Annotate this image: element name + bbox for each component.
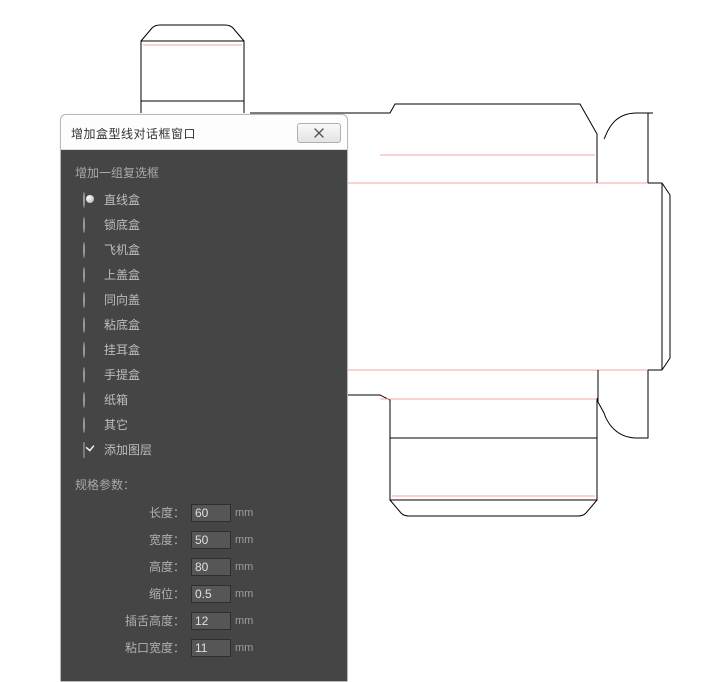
radio-icon — [83, 267, 85, 283]
radio-icon — [83, 192, 85, 208]
radio-icon — [83, 367, 85, 383]
radio-icon — [83, 242, 85, 258]
option-label: 同向盖 — [104, 291, 140, 308]
param-label: 插舌高度： — [75, 612, 191, 629]
radio-group-label: 增加一组复选框 — [75, 164, 333, 181]
dialog-title: 增加盒型线对话框窗口 — [71, 125, 196, 142]
box-type-option[interactable]: 上盖盒 — [83, 262, 333, 287]
checkbox-label: 添加图层 — [104, 441, 152, 458]
option-label: 飞机盒 — [104, 241, 140, 258]
params-section: 规格参数： 长度： mm 宽度： mm 高度： mm 缩位： mm 插舌高度： mm 粘口宽度： mm — [75, 476, 333, 661]
option-label: 直线盒 — [104, 191, 140, 208]
unit-label: mm — [235, 642, 253, 654]
close-button[interactable] — [297, 123, 341, 143]
radio-icon — [83, 292, 85, 308]
param-input[interactable] — [191, 612, 231, 630]
unit-label: mm — [235, 534, 253, 546]
radio-icon — [83, 392, 85, 408]
box-type-option[interactable]: 直线盒 — [83, 187, 333, 212]
unit-label: mm — [235, 507, 253, 519]
param-row: 宽度： mm — [75, 526, 333, 553]
param-row: 长度： mm — [75, 499, 333, 526]
option-label: 锁底盒 — [104, 216, 140, 233]
option-label: 纸箱 — [104, 391, 128, 408]
param-label: 粘口宽度： — [75, 639, 191, 656]
param-label: 长度： — [75, 504, 191, 521]
checkbox-icon — [83, 442, 85, 458]
radio-icon — [83, 417, 85, 433]
add-layer-checkbox[interactable]: 添加图层 — [83, 437, 333, 462]
unit-label: mm — [235, 561, 253, 573]
radio-icon — [83, 342, 85, 358]
box-type-radio-group: 直线盒锁底盒飞机盒上盖盒同向盖粘底盒挂耳盒手提盒纸箱其它添加图层 — [75, 187, 333, 462]
param-row: 缩位： mm — [75, 580, 333, 607]
radio-icon — [83, 317, 85, 333]
param-label: 高度： — [75, 558, 191, 575]
dialog-titlebar[interactable]: 增加盒型线对话框窗口 — [61, 115, 347, 150]
box-type-option[interactable]: 手提盒 — [83, 362, 333, 387]
box-type-option[interactable]: 纸箱 — [83, 387, 333, 412]
param-input[interactable] — [191, 585, 231, 603]
box-type-option[interactable]: 其它 — [83, 412, 333, 437]
box-type-option[interactable]: 粘底盒 — [83, 312, 333, 337]
option-label: 其它 — [104, 416, 128, 433]
option-label: 手提盒 — [104, 366, 140, 383]
radio-icon — [83, 217, 85, 233]
option-label: 上盖盒 — [104, 266, 140, 283]
param-row: 高度： mm — [75, 553, 333, 580]
option-label: 粘底盒 — [104, 316, 140, 333]
param-label: 宽度： — [75, 531, 191, 548]
param-input[interactable] — [191, 558, 231, 576]
param-input[interactable] — [191, 531, 231, 549]
box-type-option[interactable]: 挂耳盒 — [83, 337, 333, 362]
box-type-option[interactable]: 同向盖 — [83, 287, 333, 312]
param-row: 粘口宽度： mm — [75, 634, 333, 661]
unit-label: mm — [235, 588, 253, 600]
param-row: 插舌高度： mm — [75, 607, 333, 634]
params-label: 规格参数： — [75, 476, 333, 493]
param-input[interactable] — [191, 639, 231, 657]
box-type-option[interactable]: 飞机盒 — [83, 237, 333, 262]
param-label: 缩位： — [75, 585, 191, 602]
param-input[interactable] — [191, 504, 231, 522]
box-type-option[interactable]: 锁底盒 — [83, 212, 333, 237]
close-icon — [311, 128, 327, 138]
dialog-body: 增加一组复选框 直线盒锁底盒飞机盒上盖盒同向盖粘底盒挂耳盒手提盒纸箱其它添加图层… — [61, 150, 347, 681]
option-label: 挂耳盒 — [104, 341, 140, 358]
top-tuck-panel — [141, 41, 244, 101]
add-box-dieline-dialog: 增加盒型线对话框窗口 增加一组复选框 直线盒锁底盒飞机盒上盖盒同向盖粘底盒挂耳盒… — [60, 114, 348, 682]
unit-label: mm — [235, 615, 253, 627]
